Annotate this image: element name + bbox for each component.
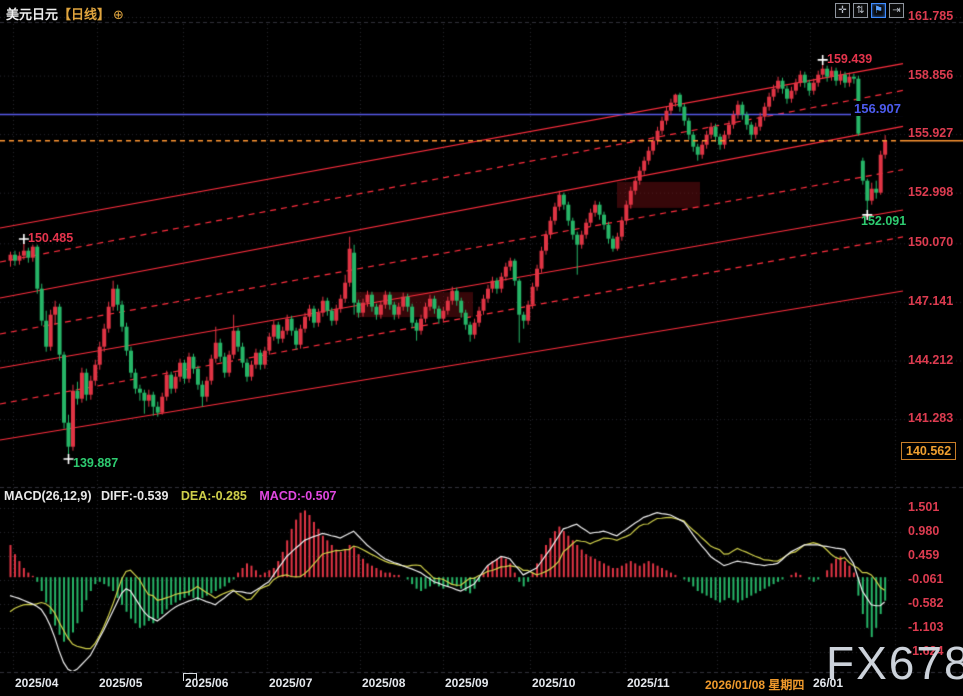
axis-scale-icon[interactable]: ⇅ (853, 3, 868, 18)
macd-diff-value: DIFF:-0.539 (101, 489, 168, 503)
macd-tick-label: 0.980 (908, 524, 939, 538)
move-right-icon[interactable]: ⇥ (889, 3, 904, 18)
swing-low-label-april: 139.887 (73, 456, 118, 470)
chart-canvas[interactable] (0, 0, 963, 696)
macd-tick-label: 0.459 (908, 548, 939, 562)
chart-toolbar: ✛⇅⚑⇥ (835, 3, 904, 18)
macd-tick-label: -0.582 (908, 596, 943, 610)
macd-header: MACD(26,12,9) DIFF:-0.539 DEA:-0.285 MAC… (4, 489, 336, 503)
blue-level-label: 156.907 (851, 101, 904, 116)
date-cursor-label: 2026/01/08 星期四 (705, 676, 804, 693)
macd-param-label: MACD(26,12,9) (4, 489, 92, 503)
time-tick-label: 2025/09 (445, 676, 488, 690)
price-tick-label: 158.856 (908, 68, 953, 82)
chart-window: 美元日元【日线】⊕ ✛⇅⚑⇥ 150.485 139.887 159.439 1… (0, 0, 963, 696)
price-tick-label: 152.998 (908, 185, 953, 199)
swing-low-label-jan: 152.091 (861, 214, 906, 228)
price-tick-label: 155.927 (908, 126, 953, 140)
price-tick-label: 150.070 (908, 235, 953, 249)
period-tag[interactable]: 【日线】 (58, 7, 110, 22)
price-tick-label: 144.212 (908, 353, 953, 367)
macd-tick-label: -1.103 (908, 620, 943, 634)
time-tick-label: 2025/08 (362, 676, 405, 690)
swing-high-label-jan: 159.439 (827, 52, 872, 66)
macd-dea-value: DEA:-0.285 (181, 489, 247, 503)
macd-macd-value: MACD:-0.507 (259, 489, 336, 503)
time-tick-label: 2025/05 (99, 676, 142, 690)
price-tick-label: 161.785 (908, 9, 953, 23)
instrument-title: 美元日元【日线】⊕ (6, 4, 124, 23)
symbol-name: 美元日元 (6, 7, 58, 22)
price-tick-label: 147.141 (908, 294, 953, 308)
time-tick-label: 2025/07 (269, 676, 312, 690)
flag-marker-icon[interactable]: ⚑ (871, 3, 886, 18)
fx678-watermark: FX678 (826, 636, 963, 690)
price-tick-label: 141.283 (908, 411, 953, 425)
swing-high-label-april: 150.485 (28, 231, 73, 245)
time-tick-label: 2025/11 (627, 676, 670, 690)
time-tick-label: 2025/10 (532, 676, 575, 690)
time-tick-label: 2025/04 (15, 676, 58, 690)
bottom-price-box: 140.562 (901, 442, 956, 460)
add-indicator-icon[interactable]: ⊕ (113, 7, 124, 22)
macd-tick-label: -0.061 (908, 572, 943, 586)
pan-icon[interactable]: ✛ (835, 3, 850, 18)
axis-scroll-handle[interactable] (183, 673, 197, 681)
macd-tick-label: 1.501 (908, 500, 939, 514)
